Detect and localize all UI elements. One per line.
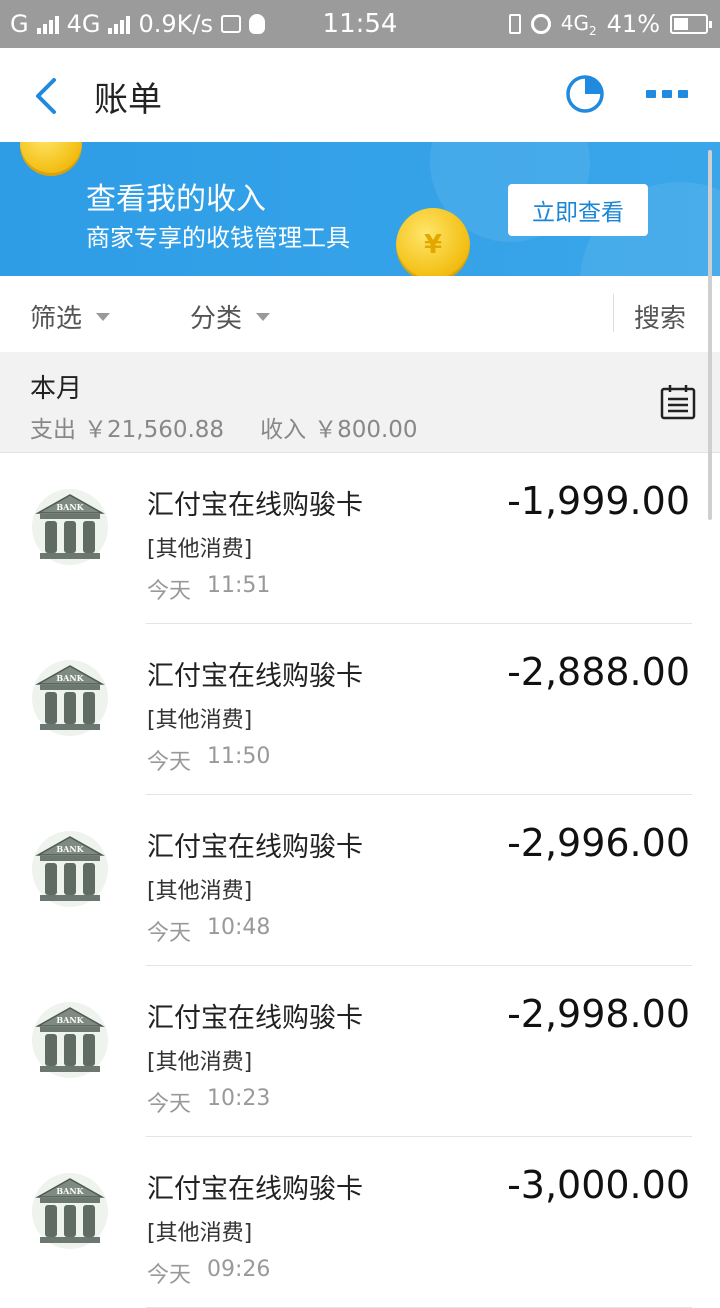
banner-title: 查看我的收入 [86, 182, 266, 217]
pie-chart-icon[interactable] [565, 74, 605, 114]
svg-text:BANK: BANK [56, 844, 84, 854]
bank-icon: BANK [32, 660, 108, 736]
back-arrow-icon[interactable] [28, 76, 68, 116]
alarm-icon [530, 14, 551, 34]
month-summary: 本月 支出 ￥21,560.88 收入 ￥800.00 [0, 352, 720, 453]
svg-text:BANK: BANK [56, 1015, 84, 1025]
transaction-time: 今天 09:26 [147, 1257, 271, 1288]
transaction-time: 今天 11:50 [147, 744, 271, 775]
transaction-row[interactable]: BANK 汇付宝在线购骏卡 [其他消费] 今天 11:50 -2,888.00 [0, 624, 720, 795]
transaction-name: 汇付宝在线购骏卡 [147, 661, 363, 692]
status-right: 4G2 41% [508, 10, 712, 38]
filter-dropdown[interactable]: 筛选 [30, 298, 111, 335]
more-menu-icon[interactable] [646, 90, 688, 98]
transaction-category: [其他消费] [147, 1050, 253, 1075]
network-type-right: 4G2 [560, 10, 597, 38]
transaction-time: 今天 10:23 [147, 1086, 271, 1117]
app-header: 账单 [0, 48, 720, 142]
calendar-icon[interactable] [660, 384, 696, 420]
filter-bar: 筛选 分类 搜索 [0, 276, 720, 353]
page-title: 账单 [94, 80, 162, 120]
filter-label: 筛选 [30, 304, 83, 334]
dropdown-triangle-icon [96, 312, 111, 321]
scrollbar[interactable] [708, 150, 712, 520]
svg-text:BANK: BANK [56, 502, 84, 512]
vibrate-icon [508, 14, 521, 34]
svg-text:BANK: BANK [56, 673, 84, 683]
transaction-name: 汇付宝在线购骏卡 [147, 490, 363, 521]
income-value: ￥800.00 [314, 417, 418, 443]
category-dropdown[interactable]: 分类 [190, 298, 271, 335]
coin-icon [20, 142, 82, 176]
month-totals: 支出 ￥21,560.88 收入 ￥800.00 [30, 410, 418, 444]
expense-value: ￥21,560.88 [84, 417, 225, 443]
transaction-row[interactable]: BANK 汇付宝在线购骏卡 [其他消费] 今天 09:26 -3,000.00 [0, 1137, 720, 1308]
transaction-list: BANK 汇付宝在线购骏卡 [其他消费] 今天 11:51 -1,999.00 B… [0, 453, 720, 1308]
transaction-row[interactable]: BANK 汇付宝在线购骏卡 [其他消费] 今天 11:51 -1,999.00 [0, 453, 720, 624]
transaction-name: 汇付宝在线购骏卡 [147, 1003, 363, 1034]
view-now-button[interactable]: 立即查看 [508, 184, 648, 236]
transaction-amount: -2,998.00 [507, 992, 690, 1036]
bank-icon: BANK [32, 489, 108, 565]
transaction-amount: -2,996.00 [507, 821, 690, 865]
status-bar: G 4G 0.9K/s 11:54 4G2 41% [0, 0, 720, 48]
month-title: 本月 [30, 374, 83, 404]
search-button[interactable]: 搜索 [634, 298, 686, 335]
banner-subtitle: 商家专享的收钱管理工具 [86, 224, 350, 252]
transaction-name: 汇付宝在线购骏卡 [147, 832, 363, 863]
svg-text:BANK: BANK [56, 1186, 84, 1196]
battery-percent: 41% [606, 10, 660, 38]
transaction-row[interactable]: BANK 汇付宝在线购骏卡 [其他消费] 今天 10:48 -2,996.00 [0, 795, 720, 966]
transaction-name: 汇付宝在线购骏卡 [147, 1174, 363, 1205]
category-label: 分类 [190, 304, 243, 334]
expense-label: 支出 [30, 417, 76, 443]
coin-yen-icon: ¥ [396, 208, 470, 276]
dropdown-triangle-icon [256, 312, 271, 321]
bank-icon: BANK [32, 1173, 108, 1249]
bank-icon: BANK [32, 831, 108, 907]
battery-icon [670, 14, 712, 34]
transaction-category: [其他消费] [147, 879, 253, 904]
transaction-category: [其他消费] [147, 1221, 253, 1246]
promo-banner[interactable]: ¥ 查看我的收入 商家专享的收钱管理工具 立即查看 [0, 142, 720, 276]
transaction-time: 今天 10:48 [147, 915, 271, 946]
transaction-category: [其他消费] [147, 708, 253, 733]
transaction-row[interactable]: BANK 汇付宝在线购骏卡 [其他消费] 今天 10:23 -2,998.00 [0, 966, 720, 1137]
transaction-amount: -3,000.00 [507, 1163, 690, 1207]
transaction-category: [其他消费] [147, 537, 253, 562]
income-label: 收入 [260, 417, 307, 443]
divider [613, 294, 614, 332]
transaction-time: 今天 11:51 [147, 573, 271, 604]
transaction-amount: -1,999.00 [507, 479, 690, 523]
bank-icon: BANK [32, 1002, 108, 1078]
transaction-amount: -2,888.00 [507, 650, 690, 694]
